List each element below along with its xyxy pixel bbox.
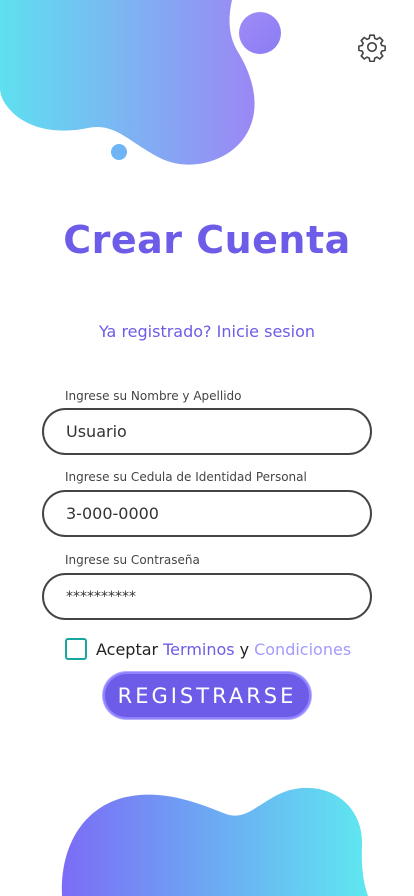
top-decoration-blob — [0, 0, 281, 165]
name-field-container — [42, 408, 372, 455]
settings-button[interactable] — [355, 30, 389, 64]
terms-link[interactable]: Terminos — [163, 640, 235, 659]
password-input[interactable] — [44, 575, 370, 618]
bottom-decoration-blob — [61, 787, 368, 896]
gear-icon — [358, 34, 386, 62]
conditions-link[interactable]: Condiciones — [254, 640, 351, 659]
terms-checkbox[interactable] — [65, 638, 87, 660]
name-field-label: Ingrese su Nombre y Apellido — [65, 389, 242, 403]
cedula-field-container — [42, 490, 372, 537]
terms-conjunction: y — [239, 639, 250, 659]
cedula-input[interactable] — [44, 492, 370, 535]
terms-row: Aceptar Terminos y Condiciones — [65, 636, 351, 662]
cedula-field-label: Ingrese su Cedula de Identidad Personal — [65, 470, 307, 484]
name-input[interactable] — [44, 410, 370, 453]
terms-prefix: Aceptar — [96, 639, 159, 659]
page-title: Crear Cuenta — [63, 218, 351, 262]
login-link[interactable]: Ya registrado? Inicie sesion — [0, 322, 414, 341]
register-button[interactable]: REGISTRARSE — [103, 672, 311, 719]
password-field-container — [42, 573, 372, 620]
password-field-label: Ingrese su Contraseña — [65, 553, 200, 567]
